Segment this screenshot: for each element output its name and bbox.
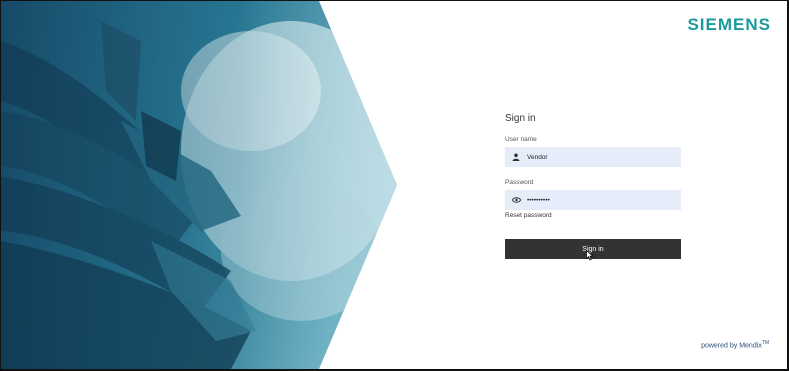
siemens-logo: SIEMENS	[687, 15, 771, 34]
password-label: Password	[505, 179, 534, 186]
login-form: Sign in User name Vendor Password ••••••…	[505, 113, 681, 259]
powered-by-mendix: powered by MendixTM	[701, 340, 769, 349]
username-label: User name	[505, 136, 537, 143]
clothing-rack-image	[1, 1, 397, 369]
hero-image	[1, 1, 401, 369]
password-field[interactable]: ••••••••••	[505, 190, 681, 210]
mouse-cursor-icon	[586, 250, 594, 261]
form-title: Sign in	[505, 113, 536, 124]
reset-password-link[interactable]: Reset password	[505, 212, 681, 219]
eye-icon[interactable]	[511, 195, 521, 205]
username-value: Vendor	[527, 153, 548, 161]
login-page: SIEMENS Sign in User name Vendor Passwor…	[1, 1, 787, 369]
trademark-mark: TM	[761, 339, 769, 346]
user-icon	[511, 152, 521, 162]
powered-by-text: powered by Mendix	[701, 342, 762, 349]
username-field[interactable]: Vendor	[505, 147, 681, 167]
password-value: ••••••••••	[527, 196, 550, 204]
